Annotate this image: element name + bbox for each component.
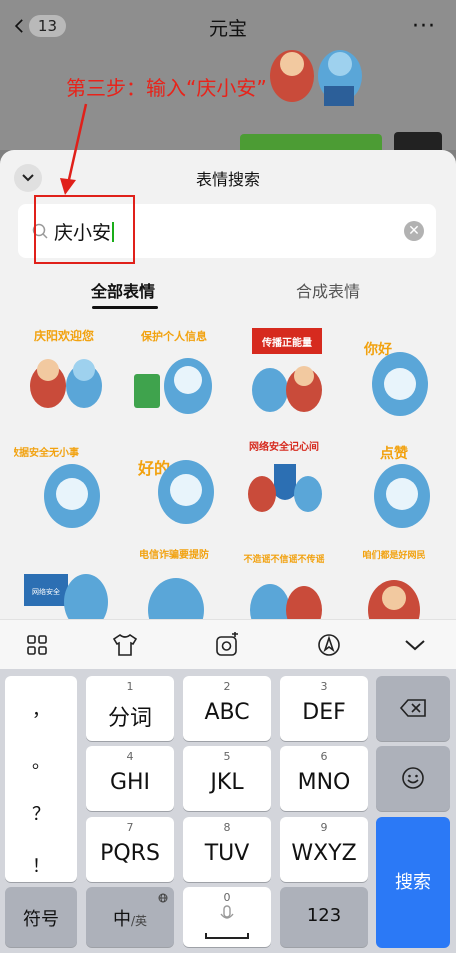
punct-key[interactable]: ！	[5, 852, 77, 878]
backspace-key[interactable]	[376, 676, 450, 741]
chevron-down-icon[interactable]	[400, 630, 430, 660]
nine-key-keyboard: ， 。 ？ ！ 1 分词 2 ABC 3 DEF 4 GHI 5 JKL 6 MNO 7 PQ…	[0, 669, 456, 953]
shirt-icon[interactable]	[110, 630, 140, 660]
highlight-box	[34, 195, 135, 264]
sticker-label: 保护个人信息	[140, 329, 207, 343]
tab-all-stickers[interactable]: 全部表情	[91, 278, 155, 302]
sticker-label: 庆阳欢迎您	[33, 328, 94, 343]
sticker-tabs: 全部表情 合成表情	[0, 270, 456, 314]
key-8[interactable]: 8 TUV	[183, 817, 271, 882]
lang-main-label: 中	[112, 909, 131, 930]
arrow-annotation	[60, 103, 88, 195]
sticker-item[interactable]: 好的	[124, 434, 224, 534]
sticker-label: 点赞	[380, 445, 408, 462]
emoji-key[interactable]	[376, 746, 450, 811]
key-5[interactable]: 5 JKL	[183, 746, 271, 811]
search-key[interactable]: 搜索	[376, 817, 450, 948]
sticker-item[interactable]: 传播正能量	[234, 324, 334, 424]
more-button[interactable]: ···	[412, 14, 436, 39]
space-bar-glyph	[205, 933, 249, 939]
sticker-label: 网络安全记心间	[249, 440, 319, 453]
sticker-item[interactable]: 保护个人信息	[124, 324, 224, 424]
pen-nib-icon[interactable]	[314, 630, 344, 660]
microphone-icon	[220, 905, 234, 919]
space-key[interactable]: 0	[183, 887, 271, 947]
key-4[interactable]: 4 GHI	[86, 746, 174, 811]
key-1[interactable]: 1 分词	[86, 676, 174, 741]
key-3[interactable]: 3 DEF	[280, 676, 368, 741]
sticker-item[interactable]: 你好	[344, 324, 444, 424]
nav-bar: 13 元宝 ···	[0, 0, 456, 52]
grid-icon[interactable]	[22, 630, 52, 660]
sticker-item[interactable]: 数据安全无小事	[9, 434, 114, 534]
key-6[interactable]: 6 MNO	[280, 746, 368, 811]
clear-search-button[interactable]: ✕	[404, 221, 424, 241]
backspace-icon	[399, 699, 426, 717]
sticker-camera-icon[interactable]	[212, 630, 242, 660]
sticker-label: 网络安全	[32, 587, 60, 596]
sticker-label: 不造谣不信谣不传谣	[243, 553, 324, 565]
sticker-item[interactable]: 庆阳欢迎您	[14, 324, 114, 424]
active-tab-indicator	[92, 306, 158, 309]
step-annotation: 第三步：输入“庆小安”	[66, 76, 267, 100]
sticker-grid: 庆阳欢迎您 保护个人信息 传播正能量 你好 数据安全无小事 好的 网络安全记心间	[8, 320, 448, 642]
key-9[interactable]: 9 WXYZ	[280, 817, 368, 882]
numeric-key[interactable]: 123	[280, 887, 368, 947]
tab-composite-stickers[interactable]: 合成表情	[296, 278, 360, 302]
symbol-key[interactable]: 符号	[5, 887, 77, 947]
keyboard-toolbar	[0, 619, 456, 670]
lang-sub-label: /英	[130, 914, 148, 928]
sticker-item[interactable]: 点赞	[344, 434, 444, 534]
punctuation-column[interactable]: ， 。 ？ ！	[5, 676, 77, 882]
sticker-label: 数据安全无小事	[14, 446, 79, 459]
language-switch-key[interactable]: 中/英	[86, 887, 174, 947]
sticker-label: 传播正能量	[261, 336, 312, 349]
key-2[interactable]: 2 ABC	[183, 676, 271, 741]
chat-sticker-image[interactable]	[262, 46, 372, 110]
chat-title: 元宝	[208, 18, 247, 40]
sticker-label: 咱们都是好网民	[362, 549, 425, 561]
key-7[interactable]: 7 PQRS	[86, 817, 174, 882]
punct-key[interactable]: 。	[5, 748, 77, 774]
smiley-icon	[402, 767, 424, 789]
sticker-item[interactable]: 网络安全记心间	[234, 434, 334, 534]
sticker-label: 电信诈骗要提防	[139, 548, 209, 561]
globe-icon	[158, 893, 168, 903]
punct-key[interactable]: ？	[5, 800, 77, 826]
punct-key[interactable]: ，	[5, 696, 77, 722]
